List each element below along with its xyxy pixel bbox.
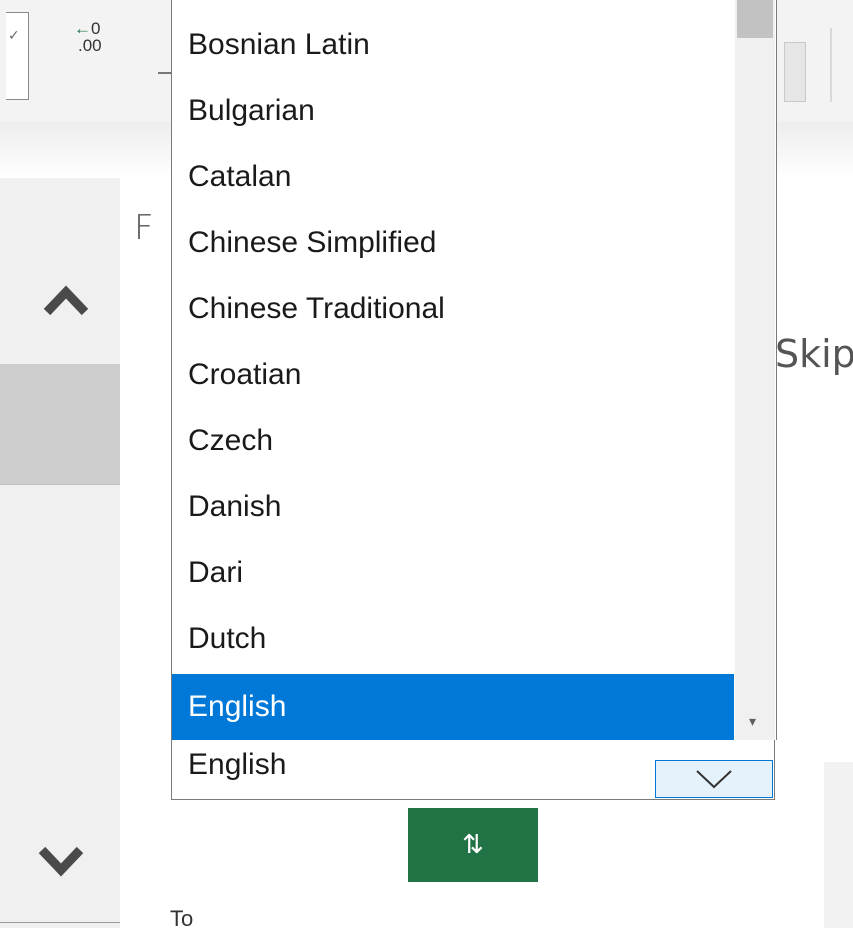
from-label-partial: F [134,208,154,248]
left-panel-bottom-line [0,922,120,923]
left-scroll-thumb[interactable] [0,364,120,484]
dropdown-item-bosnian-latin[interactable]: Bosnian Latin [172,12,734,78]
dropdown-item-catalan[interactable]: Catalan [172,144,734,210]
chevron-up-icon[interactable] [43,278,89,324]
dropdown-item-chinese-traditional[interactable]: Chinese Traditional [172,276,734,342]
swap-languages-button[interactable]: ⇅ [408,808,538,882]
dropdown-item-danish[interactable]: Danish [172,474,734,540]
dropdown-scrollbar[interactable]: ▾ [735,0,775,740]
ribbon-format-box[interactable] [6,12,29,100]
select-value: English [188,748,287,781]
ribbon-separator [830,28,832,102]
chevron-down-icon [696,770,732,789]
dropdown-item-english[interactable]: English [172,674,734,740]
decrease-decimal-button[interactable]: ←0 .00 [70,20,124,90]
select-dropdown-button[interactable] [655,760,773,798]
dropdown-item-dutch[interactable]: Dutch [172,606,734,672]
right-panel [824,762,853,928]
dropdown-item-czech[interactable]: Czech [172,408,734,474]
dropdown-item-chinese-simplified[interactable]: Chinese Simplified [172,210,734,276]
left-panel-divider [0,484,120,485]
language-dropdown-list[interactable]: Bosnian Latin Bulgarian Catalan Chinese … [171,0,777,740]
format-box-tick: ✓ [8,28,20,44]
scroll-down-arrow-icon[interactable]: ▾ [749,714,756,730]
skip-link-partial[interactable]: Skip [775,332,853,376]
dropdown-item-bulgarian[interactable]: Bulgarian [172,78,734,144]
dropdown-item-dari[interactable]: Dari [172,540,734,606]
decimal-bottom-label: .00 [78,36,102,55]
chevron-down-icon[interactable] [38,836,84,882]
dropdown-item-croatian[interactable]: Croatian [172,342,734,408]
dropdown-scroll-thumb[interactable] [737,0,773,38]
language-select[interactable]: English [171,740,775,800]
to-label-partial: To [170,906,194,931]
ribbon-dash [158,72,172,74]
ribbon-icon[interactable] [784,42,806,102]
